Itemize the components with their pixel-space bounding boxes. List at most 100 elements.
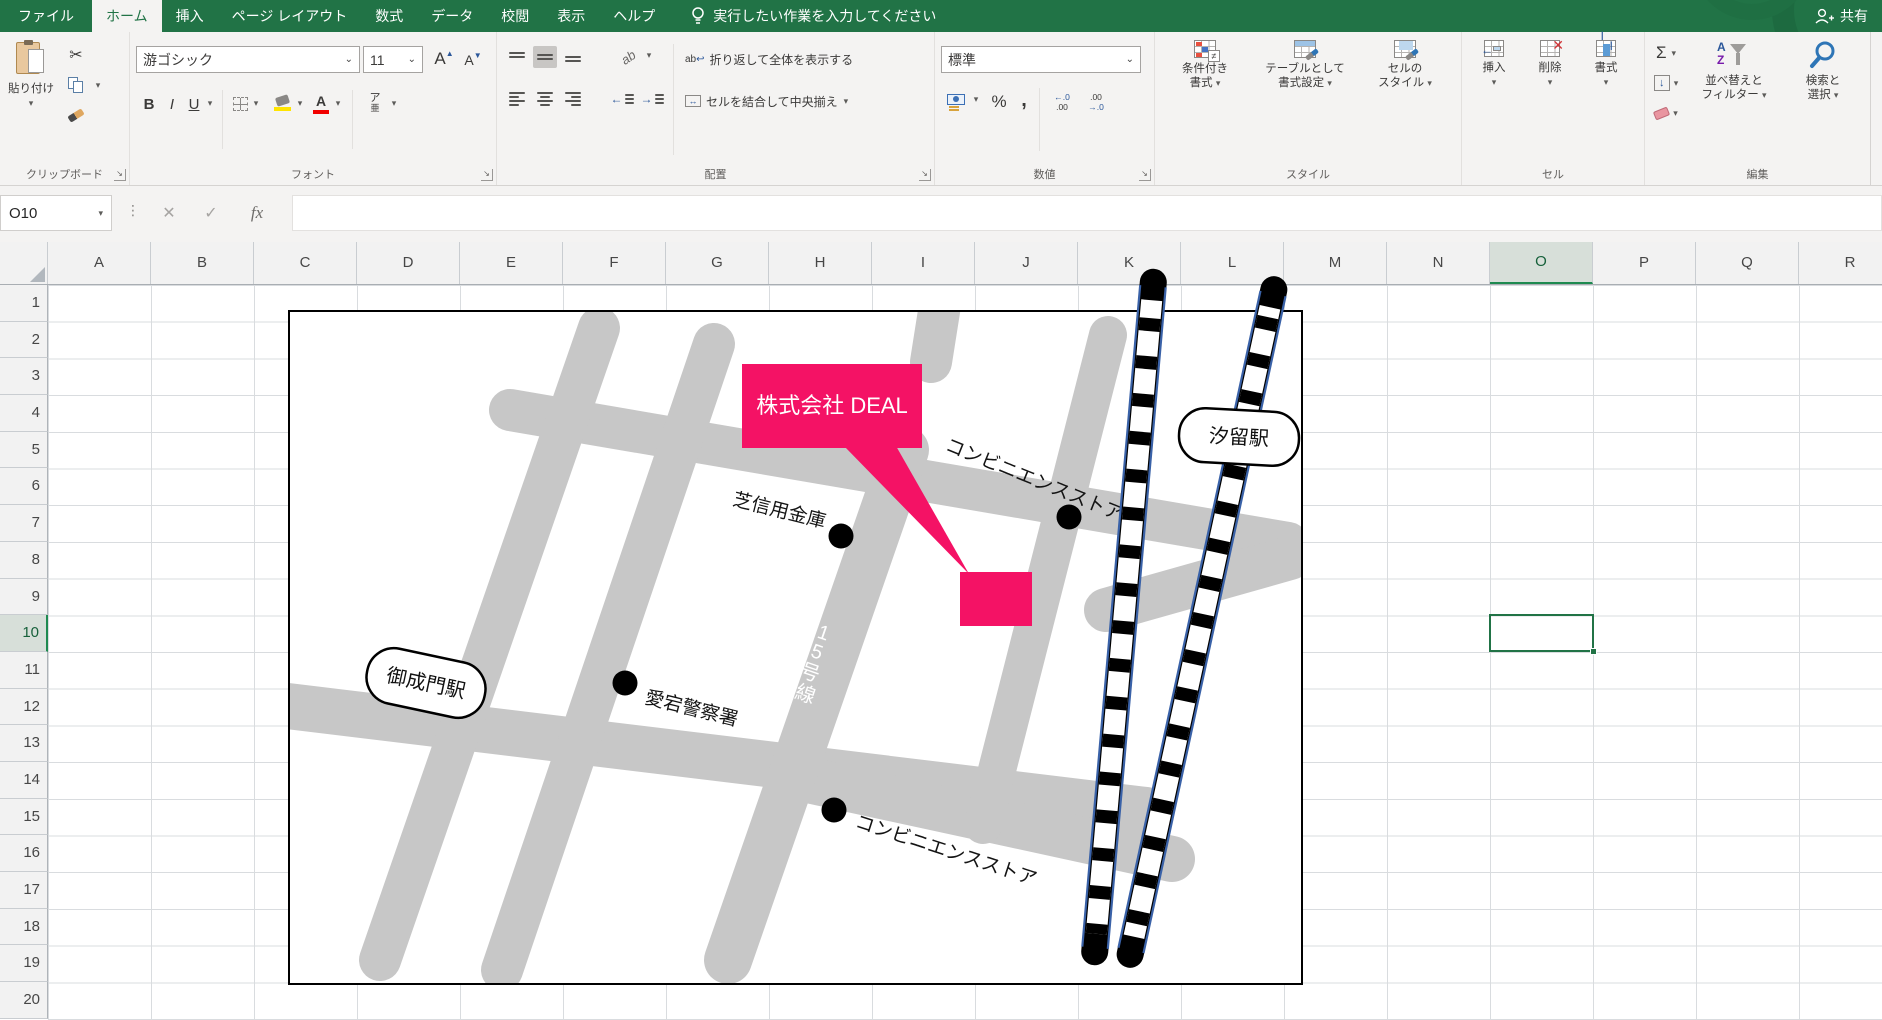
- row-header-10[interactable]: 10: [0, 615, 48, 652]
- row-header-14[interactable]: 14: [0, 762, 48, 799]
- tab-help[interactable]: ヘルプ: [599, 0, 669, 32]
- align-center-button[interactable]: [533, 88, 557, 110]
- conditional-formatting-button[interactable]: ≠ 条件付き書式 ▾: [1159, 40, 1251, 90]
- tab-data[interactable]: データ: [417, 0, 487, 32]
- column-header-A[interactable]: A: [48, 242, 151, 284]
- tab-insert[interactable]: 挿入: [162, 0, 218, 32]
- route-map-drawing[interactable]: 1 5 号 線 芝信用金庫 コンビニエンスストア 愛宕警察署 コンビニエンススト…: [288, 250, 1303, 985]
- row-header-2[interactable]: 2: [0, 322, 48, 359]
- number-dialog-launcher[interactable]: ↘: [1139, 169, 1151, 181]
- tab-formulas[interactable]: 数式: [361, 0, 417, 32]
- row-header-20[interactable]: 20: [0, 982, 48, 1019]
- accounting-dropdown[interactable]: ▾: [971, 94, 981, 105]
- cut-button[interactable]: ✂: [64, 44, 88, 66]
- copy-button[interactable]: [64, 74, 88, 96]
- row-header-3[interactable]: 3: [0, 358, 48, 395]
- insert-cells-button[interactable]: ← 挿入 ▾: [1468, 40, 1520, 88]
- tab-file[interactable]: ファイル: [0, 0, 92, 32]
- format-as-table-button[interactable]: テーブルとして書式設定 ▾: [1253, 40, 1357, 90]
- delete-dropdown[interactable]: ▾: [1548, 77, 1553, 88]
- copy-dropdown[interactable]: ▾: [92, 78, 104, 92]
- underline-button[interactable]: U: [184, 92, 204, 116]
- format-painter-button[interactable]: [64, 104, 88, 126]
- name-box-dropdown[interactable]: ▾: [98, 208, 103, 219]
- formula-input[interactable]: [292, 195, 1882, 231]
- paste-dropdown[interactable]: ▾: [29, 98, 34, 109]
- underline-dropdown[interactable]: ▾: [204, 98, 216, 109]
- column-header-R[interactable]: R: [1799, 242, 1882, 284]
- row-header-15[interactable]: 15: [0, 799, 48, 836]
- align-left-button[interactable]: [505, 88, 529, 110]
- row-header-1[interactable]: 1: [0, 285, 48, 322]
- select-all-corner[interactable]: [0, 242, 48, 284]
- row-header-12[interactable]: 12: [0, 689, 48, 726]
- column-header-N[interactable]: N: [1387, 242, 1490, 284]
- percent-button[interactable]: %: [987, 90, 1011, 114]
- fill-color-dropdown[interactable]: ▾: [294, 98, 306, 109]
- tab-page-layout[interactable]: ページ レイアウト: [218, 0, 362, 32]
- wrap-text-button[interactable]: ab↩ 折り返して全体を表示する: [685, 48, 853, 70]
- row-header-4[interactable]: 4: [0, 395, 48, 432]
- column-header-O[interactable]: O: [1490, 242, 1593, 284]
- alignment-dialog-launcher[interactable]: ↘: [919, 169, 931, 181]
- row-header-11[interactable]: 11: [0, 652, 48, 689]
- row-header-19[interactable]: 19: [0, 945, 48, 982]
- clipboard-dialog-launcher[interactable]: ↘: [114, 169, 126, 181]
- fill-button[interactable]: ↓ ▾: [1651, 72, 1681, 94]
- clear-button[interactable]: ▾: [1651, 102, 1681, 124]
- delete-cells-button[interactable]: ✕ 削除 ▾: [1524, 40, 1576, 88]
- number-format-combo[interactable]: 標準⌄: [941, 46, 1141, 73]
- font-name-combo[interactable]: 游ゴシック⌄: [136, 46, 360, 73]
- italic-button[interactable]: I: [162, 92, 182, 116]
- tell-me-box[interactable]: 実行したい作業を入力してください: [691, 0, 936, 32]
- fill-color-button[interactable]: [270, 90, 294, 116]
- font-size-combo[interactable]: 11⌄: [363, 46, 423, 73]
- align-right-button[interactable]: [561, 88, 585, 110]
- format-dropdown[interactable]: ▾: [1604, 77, 1609, 88]
- row-header-9[interactable]: 9: [0, 579, 48, 616]
- column-header-P[interactable]: P: [1593, 242, 1696, 284]
- sort-filter-button[interactable]: A Z 並べ替えとフィルター ▾: [1689, 40, 1779, 102]
- find-select-button[interactable]: 検索と選択 ▾: [1781, 40, 1865, 102]
- orientation-button[interactable]: ab: [611, 41, 645, 74]
- decrease-font-button[interactable]: A▼: [460, 48, 486, 72]
- paste-button[interactable]: 貼り付け ▾: [2, 40, 60, 109]
- tab-review[interactable]: 校閲: [487, 0, 543, 32]
- font-dialog-launcher[interactable]: ↘: [481, 169, 493, 181]
- column-header-Q[interactable]: Q: [1696, 242, 1799, 284]
- font-color-button[interactable]: A: [310, 90, 332, 116]
- column-header-B[interactable]: B: [151, 242, 254, 284]
- phonetic-dropdown[interactable]: ▾: [388, 98, 400, 109]
- increase-font-button[interactable]: A▲: [430, 46, 458, 72]
- bold-button[interactable]: B: [138, 92, 160, 116]
- tab-view[interactable]: 表示: [543, 0, 599, 32]
- format-cells-button[interactable]: |↔| 書式 ▾: [1580, 40, 1632, 88]
- row-header-17[interactable]: 17: [0, 872, 48, 909]
- font-color-dropdown[interactable]: ▾: [332, 98, 344, 109]
- cancel-button[interactable]: ✕: [150, 195, 188, 231]
- enter-button[interactable]: ✓: [192, 195, 230, 231]
- orientation-dropdown[interactable]: ▾: [643, 50, 655, 61]
- row-header-7[interactable]: 7: [0, 505, 48, 542]
- align-bottom-button[interactable]: [561, 46, 585, 68]
- row-header-5[interactable]: 5: [0, 432, 48, 469]
- increase-decimal-button[interactable]: ←.0 .00: [1047, 90, 1077, 114]
- tab-home[interactable]: ホーム: [92, 0, 162, 32]
- phonetic-button[interactable]: ア 亜: [362, 90, 388, 116]
- borders-button[interactable]: [230, 94, 250, 114]
- accounting-format-button[interactable]: [943, 90, 969, 114]
- formula-bar-drag-handle[interactable]: ⋮: [126, 202, 140, 219]
- align-top-button[interactable]: [505, 46, 529, 68]
- company-location-marker[interactable]: [960, 572, 1032, 626]
- name-box[interactable]: O10 ▾: [0, 195, 112, 231]
- increase-indent-button[interactable]: →: [639, 88, 665, 110]
- insert-function-button[interactable]: fx: [238, 195, 276, 231]
- row-header-16[interactable]: 16: [0, 835, 48, 872]
- row-header-6[interactable]: 6: [0, 468, 48, 505]
- row-header-13[interactable]: 13: [0, 725, 48, 762]
- share-button[interactable]: 共有: [1814, 0, 1868, 32]
- autosum-button[interactable]: Σ▾: [1651, 42, 1681, 64]
- decrease-indent-button[interactable]: ←: [609, 88, 635, 110]
- decrease-decimal-button[interactable]: .00 →.0: [1081, 90, 1111, 114]
- comma-button[interactable]: ,: [1015, 88, 1033, 112]
